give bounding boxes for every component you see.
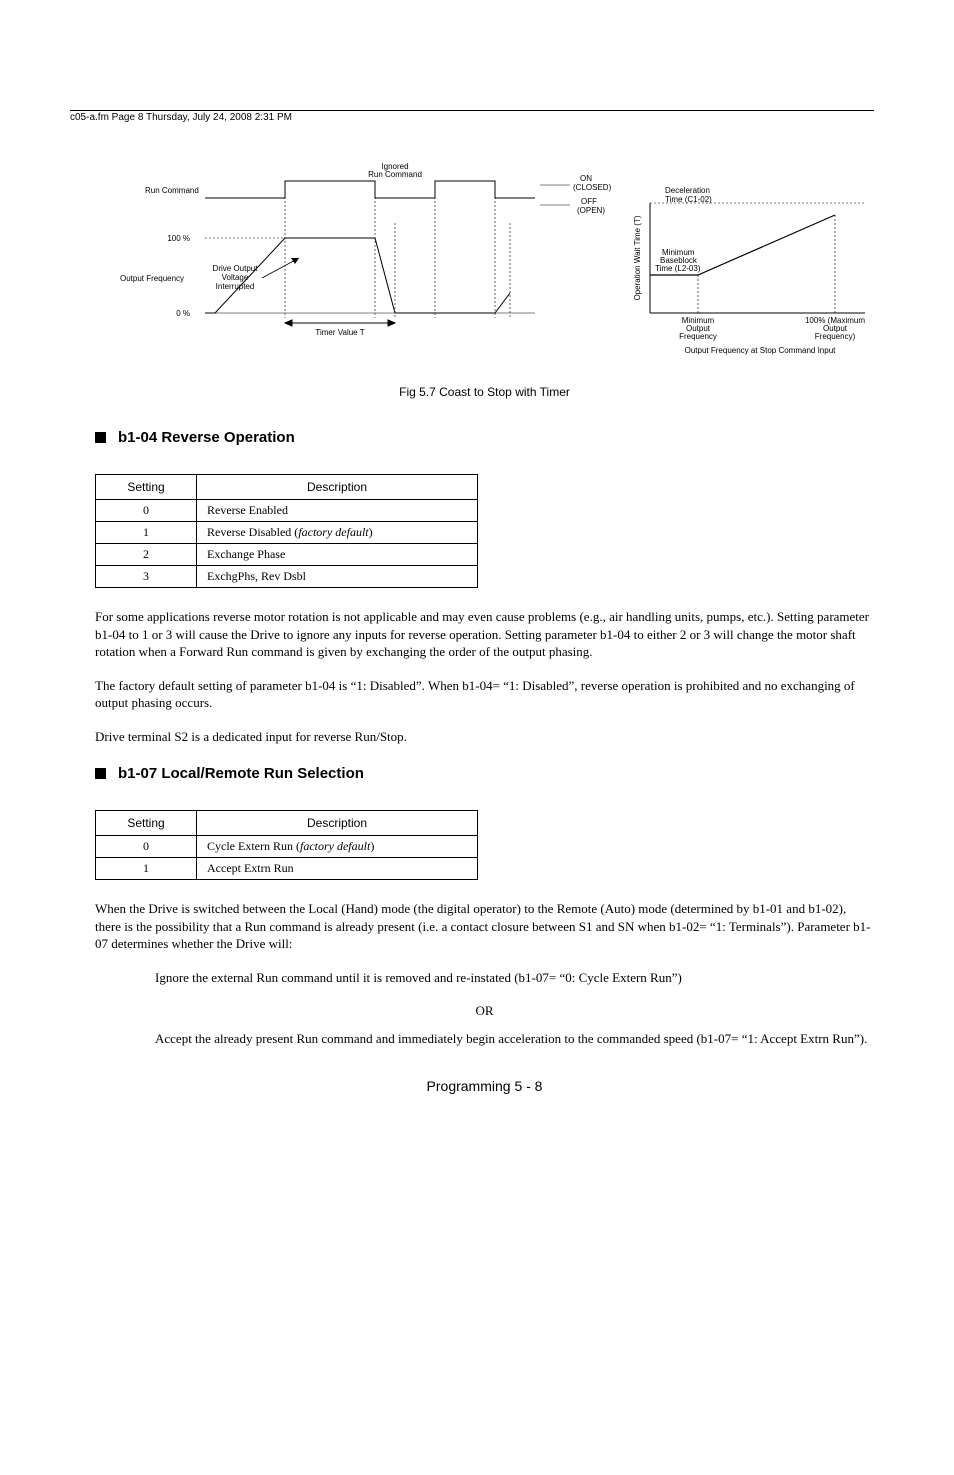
section-b1-07-head: b1-07 Local/Remote Run Selection	[95, 765, 874, 782]
para-or: OR	[95, 1002, 874, 1020]
svg-text:Timer Value T: Timer Value T	[315, 328, 364, 337]
svg-text:Deceleration: Deceleration	[665, 186, 710, 195]
svg-text:(OPEN): (OPEN)	[577, 206, 605, 215]
svg-text:Output Frequency: Output Frequency	[120, 274, 184, 283]
running-header: c05-a.fm Page 8 Thursday, July 24, 2008 …	[70, 110, 874, 123]
svg-text:Run Command: Run Command	[368, 170, 422, 179]
para-b1-07-1: When the Drive is switched between the L…	[95, 900, 874, 953]
svg-text:Frequency): Frequency)	[815, 332, 856, 341]
svg-text:Run Command: Run Command	[145, 186, 199, 195]
svg-text:OFF: OFF	[581, 197, 597, 206]
para-ignore: Ignore the external Run command until it…	[155, 969, 874, 987]
table-row: 2 Exchange Phase	[96, 544, 478, 566]
para-b1-04-3: Drive terminal S2 is a dedicated input f…	[95, 728, 874, 746]
para-b1-04-2: The factory default setting of parameter…	[95, 677, 874, 712]
svg-text:(CLOSED): (CLOSED)	[573, 183, 612, 192]
para-b1-04-1: For some applications reverse motor rota…	[95, 608, 874, 661]
para-accept: Accept the already present Run command a…	[155, 1030, 874, 1048]
svg-text:Time (C1-02): Time (C1-02)	[665, 195, 712, 204]
th-desc: Description	[197, 475, 478, 500]
th-setting: Setting	[96, 475, 197, 500]
table-b1-04: Setting Description 0 Reverse Enabled 1 …	[95, 474, 478, 588]
svg-text:Drive Output: Drive Output	[213, 264, 259, 273]
th-desc: Description	[197, 811, 478, 836]
figure-coast-stop: Ignored Run Command Run Command 100 % Ou…	[95, 163, 874, 367]
table-row: 1 Accept Extrn Run	[96, 858, 478, 880]
table-row: 0 Cycle Extern Run (factory default)	[96, 836, 478, 858]
table-row: 0 Reverse Enabled	[96, 500, 478, 522]
svg-text:0 %: 0 %	[176, 309, 190, 318]
figure-caption: Fig 5.7 Coast to Stop with Timer	[95, 385, 874, 399]
svg-text:Voltage: Voltage	[222, 273, 249, 282]
table-row: 3 ExchgPhs, Rev Dsbl	[96, 566, 478, 588]
svg-text:Frequency: Frequency	[679, 332, 717, 341]
svg-text:Output Frequency at Stop Comma: Output Frequency at Stop Command Input	[685, 346, 837, 355]
page-footer: Programming 5 - 8	[95, 1078, 874, 1094]
table-b1-07: Setting Description 0 Cycle Extern Run (…	[95, 810, 478, 880]
bullet-icon	[95, 768, 106, 779]
svg-text:Interrupted: Interrupted	[216, 282, 255, 291]
svg-text:ON: ON	[580, 174, 592, 183]
th-setting: Setting	[96, 811, 197, 836]
svg-text:Time (L2-03): Time (L2-03)	[655, 264, 701, 273]
svg-text:100 %: 100 %	[167, 234, 190, 243]
svg-text:Operation Wait Time (T): Operation Wait Time (T)	[633, 215, 642, 300]
section-b1-04-head: b1-04 Reverse Operation	[95, 429, 874, 446]
bullet-icon	[95, 432, 106, 443]
table-row: 1 Reverse Disabled (factory default)	[96, 522, 478, 544]
